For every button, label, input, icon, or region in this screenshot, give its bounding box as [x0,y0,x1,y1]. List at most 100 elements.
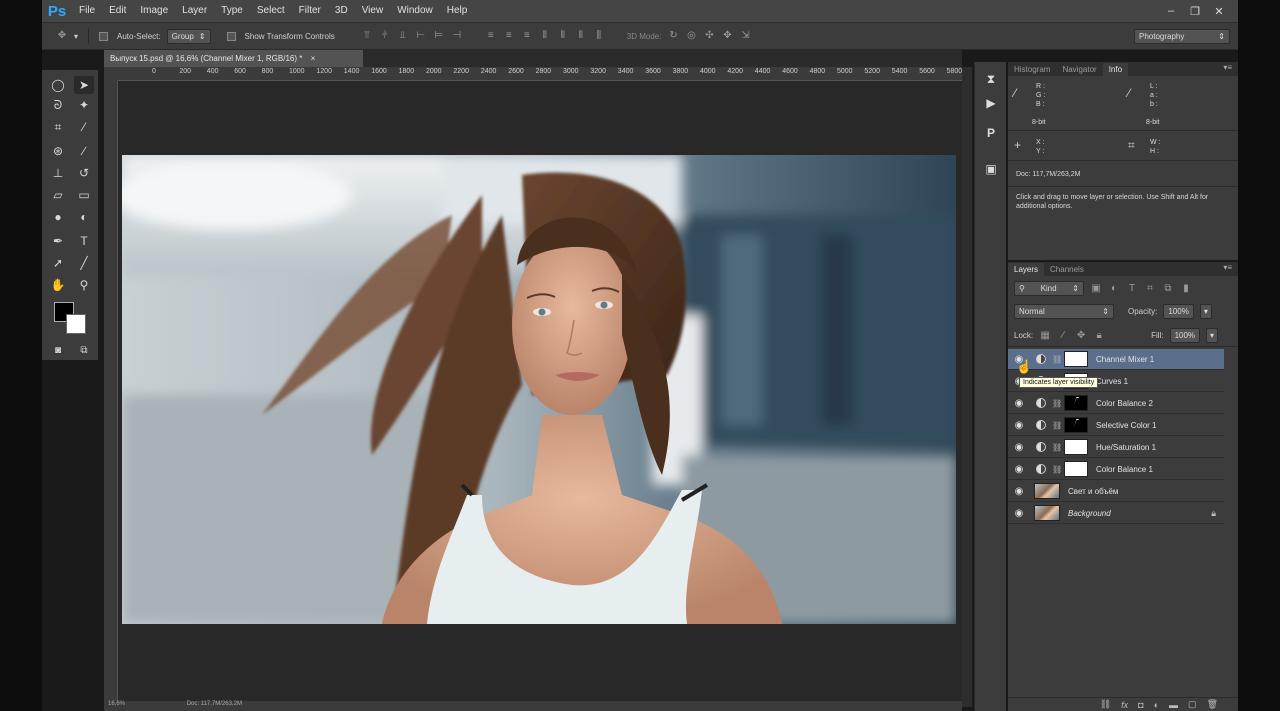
link-icon[interactable]: ⛓ [1052,465,1062,474]
distribute-vcenter-icon[interactable]: ≡ [503,30,515,42]
filter-smart-object-icon[interactable]: ⧉ [1162,283,1174,295]
align-bottom-icon[interactable]: ⫫ [397,30,409,42]
magic-wand-icon[interactable]: ✦ [74,96,94,114]
filter-adjustment-icon[interactable]: ◐ [1108,283,1120,295]
distribute-left-icon[interactable]: ⦀ [539,30,551,42]
vertical-ruler[interactable] [104,81,118,701]
align-right-icon[interactable]: ⊣ [451,30,463,42]
line-tool-icon[interactable]: ╱ [74,254,94,272]
filter-pixel-icon[interactable]: ▣ [1090,283,1102,295]
auto-align-icon[interactable]: ⫼ [593,30,605,42]
pen-tool-icon[interactable]: ✒ [48,232,68,250]
path-selection-icon[interactable]: ➚ [48,254,68,272]
menu-3d[interactable]: 3D [328,0,355,22]
paragraph-panel-icon[interactable]: P [981,124,1001,142]
ruler-origin[interactable] [104,67,118,81]
align-vcenter-icon[interactable]: ⫩ [379,30,391,42]
layer-name[interactable]: Channel Mixer 1 [1096,355,1154,364]
new-layer-icon[interactable]: ▢ [1188,699,1197,710]
menu-edit[interactable]: Edit [102,0,133,22]
layer-name[interactable]: Color Balance 1 [1096,465,1153,474]
close-tab-icon[interactable]: × [311,54,316,63]
minimize-button[interactable]: – [1162,4,1180,18]
crop-tool-icon[interactable]: ⌗ [48,118,68,136]
fill-field[interactable]: 100% [1169,328,1201,343]
filter-type-icon[interactable]: T [1126,283,1138,295]
healing-brush-icon[interactable]: ⊛ [48,142,68,160]
menu-filter[interactable]: Filter [292,0,328,22]
status-zoom[interactable]: 16,6% [108,701,125,707]
type-tool-icon[interactable]: T [74,232,94,250]
layer-row-selective-color[interactable]: ◉ ⛓ Selective Color 1 [1008,415,1224,436]
tab-info[interactable]: Info [1102,63,1129,76]
background-color-swatch[interactable] [66,314,86,334]
tab-navigator[interactable]: Navigator [1056,63,1102,76]
layer-name[interactable]: Selective Color 1 [1096,421,1156,430]
layer-thumbnail[interactable] [1034,505,1060,521]
layer-filter-dropdown[interactable]: ⚲ Kind ⇕ [1014,281,1084,296]
menu-window[interactable]: Window [390,0,440,22]
zoom-tool-icon[interactable]: ⚲ [74,276,94,294]
new-group-icon[interactable]: ▬ [1169,700,1178,710]
link-layers-icon[interactable]: ⛓ [1100,699,1111,710]
eye-icon[interactable]: ◉ [1008,508,1030,519]
layer-name[interactable]: Background [1068,509,1111,518]
layer-mask-thumbnail[interactable] [1064,351,1088,367]
layer-row-color-balance-2[interactable]: ◉ ⛓ Color Balance 2 [1008,393,1224,414]
layer-row-hue-saturation[interactable]: ◉ ⛓ Hue/Saturation 1 [1008,437,1224,458]
align-top-icon[interactable]: ⫪ [361,30,373,42]
lock-all-icon[interactable]: 🔒︎ [1093,330,1105,342]
link-icon[interactable]: ⛓ [1052,443,1062,452]
clone-stamp-icon[interactable]: ⊥ [48,164,68,182]
workspace-dropdown[interactable]: Photography ⇕ [1134,28,1230,44]
new-adjustment-icon[interactable]: ◐ [1154,700,1159,710]
layer-name[interactable]: Свет и объём [1068,487,1118,496]
layer-mask-thumbnail[interactable] [1064,395,1088,411]
document-tab[interactable]: Выпуск 15.psd @ 16,6% (Channel Mixer 1, … [104,50,364,67]
document-canvas-image[interactable] [122,155,956,624]
restore-button[interactable]: ❐ [1186,4,1204,18]
blur-tool-icon[interactable]: ● [48,208,68,226]
lock-transparent-icon[interactable]: ▦ [1039,330,1051,342]
move-tool-icon[interactable]: ➤ [74,76,94,94]
3d-pan-icon[interactable]: ✣ [703,30,715,42]
distribute-top-icon[interactable]: ≡ [485,30,497,42]
distribute-right-icon[interactable]: ⦀ [575,30,587,42]
eyedropper-icon[interactable]: ⁄ [74,118,94,136]
delete-layer-icon[interactable]: 🗑︎ [1207,699,1218,710]
auto-select-dropdown[interactable]: Group ⇕ [166,28,211,44]
vertical-scrollbar[interactable] [962,67,972,707]
opacity-slider-button[interactable]: ▾ [1199,304,1212,319]
filter-shape-icon[interactable]: ⌗ [1144,283,1156,295]
quick-mask-icon[interactable]: ◙ [48,342,68,360]
move-tool-preset-icon[interactable]: ✥ [56,30,68,42]
fill-slider-button[interactable]: ▾ [1206,328,1219,343]
marquee-tool-icon[interactable]: ◯ [48,76,68,94]
layer-mask-thumbnail[interactable] [1064,461,1088,477]
layer-name[interactable]: Hue/Saturation 1 [1096,443,1156,452]
preset-chevron-icon[interactable]: ▾ [74,32,78,41]
panel-menu-icon[interactable]: ▾≡ [1223,263,1232,272]
link-icon[interactable]: ⛓ [1052,421,1062,430]
eye-icon[interactable]: ◉ [1008,464,1030,475]
layer-name[interactable]: Color Balance 2 [1096,399,1153,408]
close-button[interactable]: ✕ [1210,4,1228,18]
eraser-tool-icon[interactable]: ▱ [48,186,68,204]
lock-position-icon[interactable]: ✥ [1075,330,1087,342]
screen-mode-icon[interactable]: ⧉ [74,342,94,360]
lasso-tool-icon[interactable]: ᘐ [48,96,68,114]
layer-thumbnail[interactable] [1034,483,1060,499]
menu-layer[interactable]: Layer [175,0,214,22]
link-icon[interactable]: ⛓ [1052,399,1062,408]
add-mask-icon[interactable]: ◘ [1138,700,1143,710]
eye-icon[interactable]: ◉ [1008,486,1030,497]
layer-row-background[interactable]: ◉ Background 🔒︎ [1008,503,1224,524]
menu-view[interactable]: View [355,0,391,22]
history-brush-icon[interactable]: ↺ [74,164,94,182]
dodge-tool-icon[interactable]: ◐ [74,208,94,226]
eye-icon[interactable]: ◉ [1008,420,1030,431]
panel-menu-icon[interactable]: ▾≡ [1223,63,1232,72]
menu-image[interactable]: Image [133,0,175,22]
auto-select-checkbox[interactable] [99,31,109,41]
actions-panel-icon[interactable]: ▶ [981,94,1001,112]
